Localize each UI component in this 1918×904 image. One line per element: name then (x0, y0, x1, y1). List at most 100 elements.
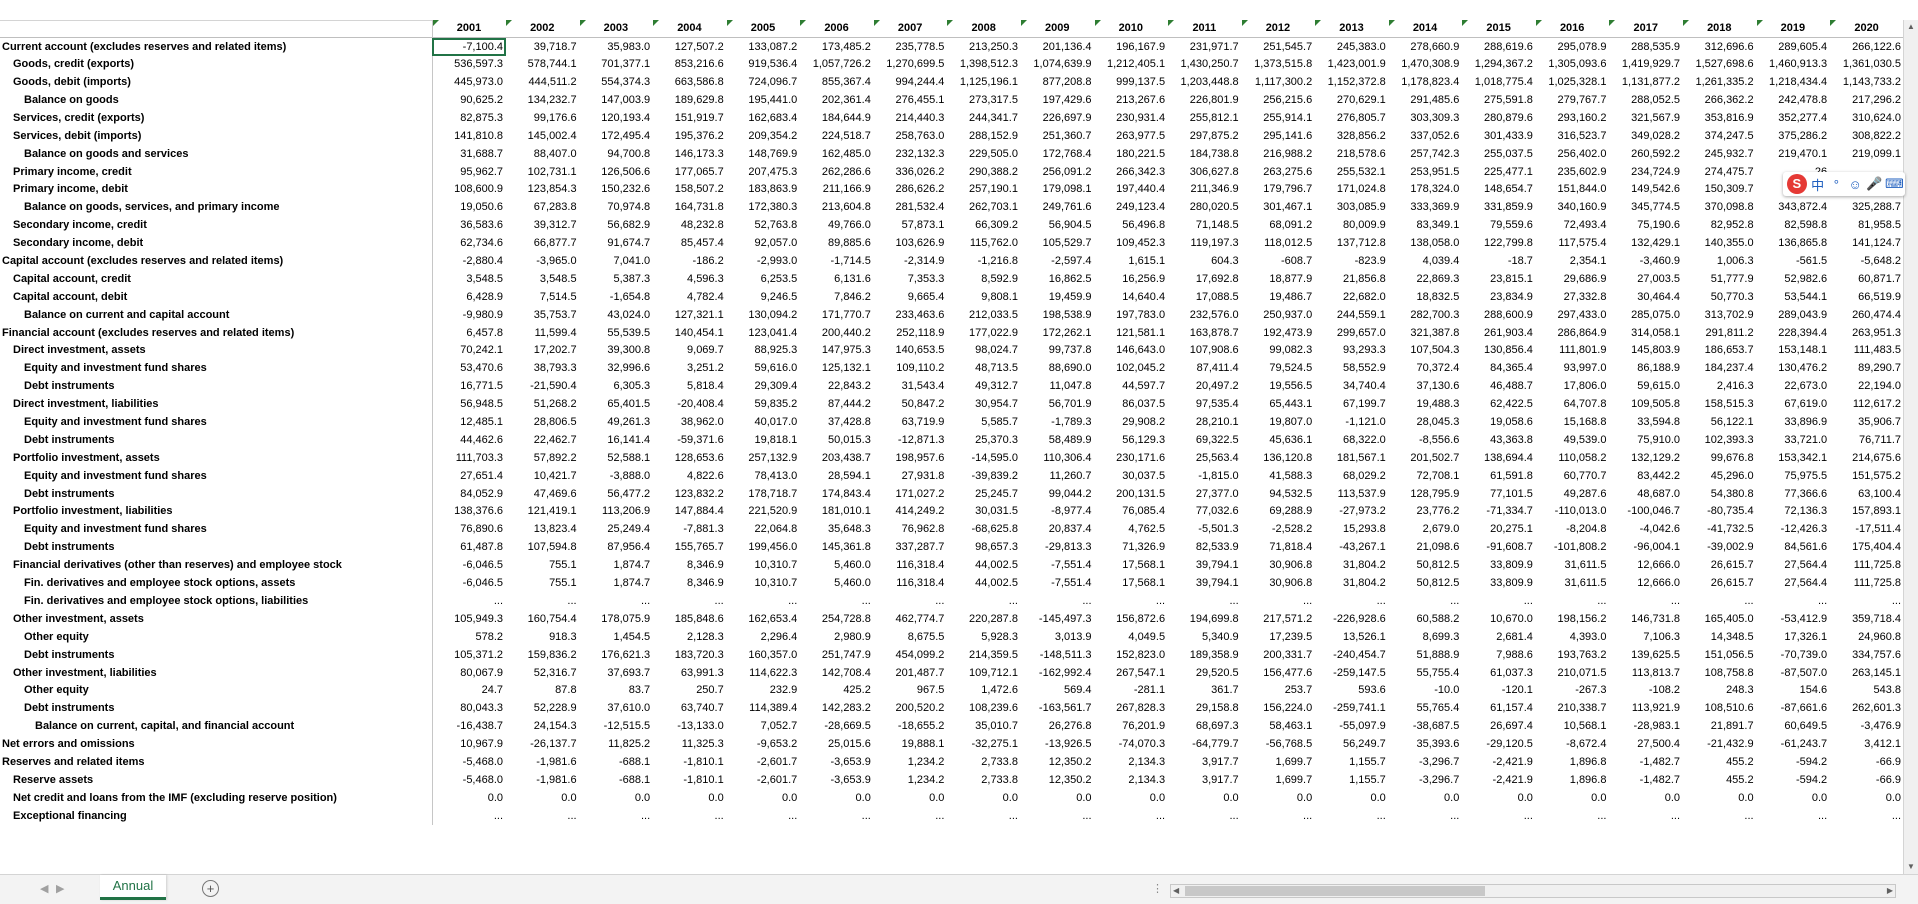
data-cell[interactable]: 25,370.3 (947, 431, 1021, 449)
data-cell[interactable]: 249,761.6 (1021, 199, 1095, 217)
ime-chinese-mode-icon[interactable]: 中 (1810, 175, 1826, 194)
data-cell[interactable]: 171,027.2 (874, 485, 948, 503)
data-cell[interactable]: 263,951.3 (1830, 324, 1904, 342)
data-cell[interactable]: 49,766.0 (800, 217, 874, 235)
year-header-cell[interactable]: 2016 (1535, 20, 1610, 39)
data-cell[interactable]: 258,763.0 (874, 127, 948, 145)
data-cell[interactable]: 288,535.9 (1609, 38, 1683, 56)
data-cell[interactable]: ... (1242, 593, 1316, 611)
data-cell[interactable]: 3,917.7 (1168, 754, 1242, 772)
data-cell[interactable]: 214,440.3 (874, 109, 948, 127)
data-cell[interactable]: 92,057.0 (727, 235, 801, 253)
data-cell[interactable]: 56,129.3 (1095, 431, 1169, 449)
data-cell[interactable]: 69,322.5 (1168, 431, 1242, 449)
data-cell[interactable]: 111,725.8 (1830, 557, 1904, 575)
data-cell[interactable]: 36,583.6 (432, 217, 506, 235)
data-cell[interactable]: 54,380.8 (1683, 485, 1757, 503)
data-cell[interactable]: -281.1 (1095, 682, 1169, 700)
data-cell[interactable]: 16,862.5 (1021, 270, 1095, 288)
data-cell[interactable]: 235,602.9 (1536, 163, 1610, 181)
data-cell[interactable]: 253,951.5 (1389, 163, 1463, 181)
data-cell[interactable]: -71,334.7 (1462, 503, 1536, 521)
data-cell[interactable]: 64,707.8 (1536, 396, 1610, 414)
data-cell[interactable]: 663,586.8 (653, 74, 727, 92)
data-cell[interactable]: 177,065.7 (653, 163, 727, 181)
data-cell[interactable]: -2,597.4 (1021, 253, 1095, 271)
data-cell[interactable]: 232.9 (727, 682, 801, 700)
data-cell[interactable]: ... (947, 807, 1021, 825)
data-cell[interactable]: -3,460.9 (1609, 253, 1683, 271)
row-label[interactable]: Fin. derivatives and employee stock opti… (0, 592, 433, 611)
data-cell[interactable]: -108.2 (1609, 682, 1683, 700)
data-cell[interactable]: 56,496.8 (1095, 217, 1169, 235)
data-cell[interactable]: 52,316.7 (506, 664, 580, 682)
data-cell[interactable]: 30,954.7 (947, 396, 1021, 414)
data-cell[interactable]: 75,975.5 (1757, 467, 1831, 485)
data-cell[interactable]: 76,962.8 (874, 521, 948, 539)
data-cell[interactable]: 276,805.7 (1315, 109, 1389, 127)
year-header-cell[interactable]: 2017 (1609, 20, 1684, 39)
data-cell[interactable]: 72,708.1 (1389, 467, 1463, 485)
data-cell[interactable]: 331,859.9 (1462, 199, 1536, 217)
data-cell[interactable]: -1,482.7 (1609, 771, 1683, 789)
data-cell[interactable]: 30,464.4 (1609, 288, 1683, 306)
data-cell[interactable]: 31,804.2 (1315, 557, 1389, 575)
data-cell[interactable]: 179,796.7 (1242, 181, 1316, 199)
data-cell[interactable]: 6,305.3 (580, 378, 654, 396)
tab-scroll-right-icon[interactable]: ▶ (56, 882, 64, 895)
data-cell[interactable]: 578.2 (432, 628, 506, 646)
data-cell[interactable]: ... (1021, 593, 1095, 611)
data-cell[interactable]: 462,774.7 (874, 610, 948, 628)
data-cell[interactable]: 5,460.0 (800, 575, 874, 593)
data-cell[interactable]: 84,052.9 (432, 485, 506, 503)
data-cell[interactable]: 604.3 (1168, 253, 1242, 271)
data-cell[interactable]: 256,091.2 (1021, 163, 1095, 181)
data-cell[interactable]: 128,653.6 (653, 449, 727, 467)
data-cell[interactable]: 61,037.3 (1462, 664, 1536, 682)
data-cell[interactable]: 88,690.0 (1021, 360, 1095, 378)
data-cell[interactable]: 0.0 (1389, 789, 1463, 807)
data-cell[interactable]: 134,232.7 (506, 92, 580, 110)
data-cell[interactable]: 184,738.8 (1168, 145, 1242, 163)
data-cell[interactable]: 270,629.1 (1315, 92, 1389, 110)
data-cell[interactable]: -26,137.7 (506, 736, 580, 754)
data-cell[interactable]: -3,653.9 (800, 771, 874, 789)
data-cell[interactable]: 27,564.4 (1757, 575, 1831, 593)
data-cell[interactable]: 114,389.4 (727, 700, 801, 718)
data-cell[interactable]: 17,326.1 (1757, 628, 1831, 646)
data-cell[interactable]: 56,249.7 (1315, 736, 1389, 754)
data-cell[interactable]: 250,937.0 (1242, 306, 1316, 324)
data-cell[interactable]: 88,925.3 (727, 342, 801, 360)
data-cell[interactable]: -61,243.7 (1757, 736, 1831, 754)
data-cell[interactable]: 17,692.8 (1168, 270, 1242, 288)
data-cell[interactable]: 145,002.4 (506, 127, 580, 145)
data-cell[interactable]: 266,362.2 (1683, 92, 1757, 110)
data-cell[interactable]: 82,875.3 (432, 109, 506, 127)
data-cell[interactable]: 199,456.0 (727, 539, 801, 557)
data-cell[interactable]: -16,438.7 (432, 718, 506, 736)
data-cell[interactable]: 26,276.8 (1021, 718, 1095, 736)
data-cell[interactable]: 62,422.5 (1462, 396, 1536, 414)
data-cell[interactable]: ... (1830, 807, 1904, 825)
data-cell[interactable]: 219,470.1 (1757, 145, 1831, 163)
data-cell[interactable]: 288,600.9 (1462, 306, 1536, 324)
data-cell[interactable]: 290,388.2 (947, 163, 1021, 181)
data-cell[interactable]: 291,811.2 (1683, 324, 1757, 342)
year-header-cell[interactable]: 2002 (506, 20, 580, 39)
data-cell[interactable]: 30,906.8 (1242, 557, 1316, 575)
data-cell[interactable]: 55,765.4 (1389, 700, 1463, 718)
data-cell[interactable]: 281,532.4 (874, 199, 948, 217)
data-cell[interactable]: 263,977.5 (1095, 127, 1169, 145)
data-cell[interactable]: 24,154.3 (506, 718, 580, 736)
data-cell[interactable]: -3,888.0 (580, 467, 654, 485)
data-cell[interactable]: 21,856.8 (1315, 270, 1389, 288)
data-cell[interactable]: 51,268.2 (506, 396, 580, 414)
ime-logo-icon[interactable]: S (1787, 174, 1807, 194)
data-cell[interactable]: 175,404.4 (1830, 539, 1904, 557)
data-cell[interactable]: 156,224.0 (1242, 700, 1316, 718)
data-cell[interactable]: 21,098.6 (1389, 539, 1463, 557)
data-cell[interactable]: 1,212,405.1 (1095, 56, 1169, 74)
data-cell[interactable]: 17,568.1 (1095, 557, 1169, 575)
data-cell[interactable]: 189,629.8 (653, 92, 727, 110)
data-cell[interactable]: 27,564.4 (1757, 557, 1831, 575)
